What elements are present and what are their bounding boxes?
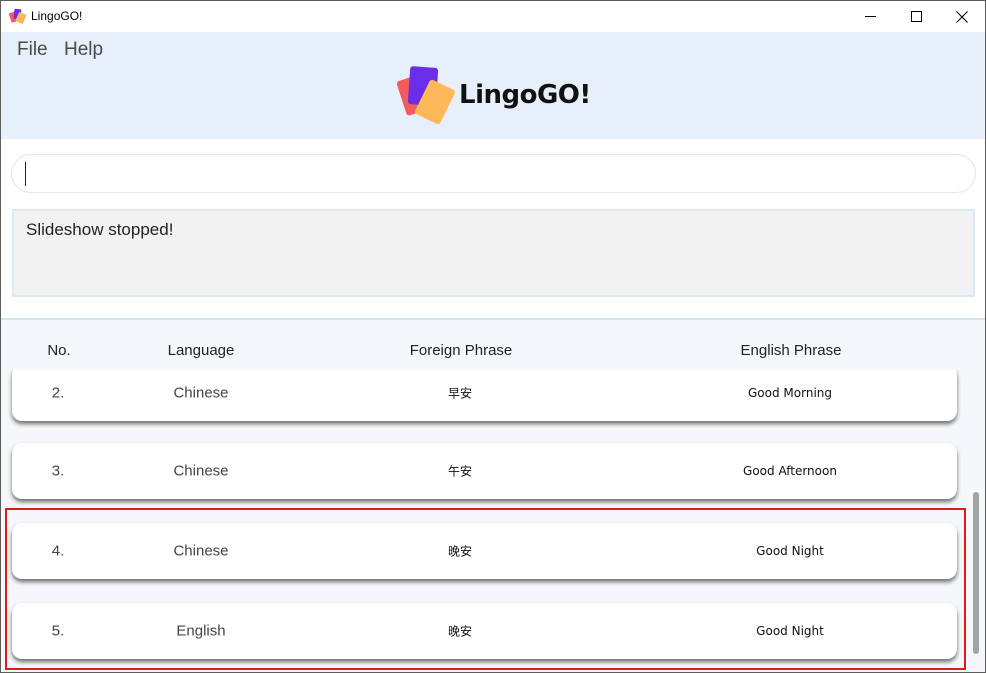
flashcard-row[interactable]: 2. Chinese 早安 Good Morning	[12, 370, 957, 421]
maximize-button[interactable]	[893, 1, 939, 32]
row-english-phrase: Good Night	[756, 544, 824, 558]
row-foreign-phrase: 早安	[447, 386, 473, 401]
row-number: 3.	[51, 462, 65, 480]
row-foreign-phrase: 晚安	[447, 624, 473, 639]
minimize-icon	[864, 16, 876, 17]
row-language: Chinese	[173, 542, 229, 560]
header-language: Language	[167, 342, 235, 359]
header-english-phrase: English Phrase	[740, 342, 842, 359]
app-logo-icon	[9, 8, 27, 24]
header-no: No.	[47, 342, 71, 359]
close-button[interactable]	[939, 1, 985, 32]
row-language: English	[176, 622, 226, 640]
close-icon	[956, 10, 968, 23]
maximize-icon	[910, 11, 922, 22]
command-input[interactable]	[24, 161, 954, 187]
row-number: 4.	[51, 542, 65, 560]
row-foreign-phrase: 午安	[447, 464, 473, 479]
flashcard-row[interactable]: 4. Chinese 晚安 Good Night	[12, 523, 957, 579]
list-header: No. Language Foreign Phrase English Phra…	[1, 320, 969, 370]
scrollbar-thumb[interactable]	[973, 492, 979, 654]
window-title: LingoGO!	[31, 9, 83, 23]
vertical-scrollbar[interactable]	[969, 320, 985, 672]
text-caret	[25, 162, 26, 186]
flashcard-row[interactable]: 3. Chinese 午安 Good Afternoon	[12, 443, 957, 499]
header-foreign-phrase: Foreign Phrase	[409, 342, 513, 359]
result-display: Slideshow stopped!	[12, 209, 975, 297]
result-message: Slideshow stopped!	[26, 220, 174, 239]
row-number: 5.	[51, 622, 65, 640]
app-header: File Help LingoGO!	[1, 32, 985, 139]
menu-help[interactable]: Help	[64, 39, 103, 61]
row-english-phrase: Good Night	[756, 624, 824, 638]
command-box[interactable]	[11, 154, 976, 193]
flashcard-row[interactable]: 5. English 晚安 Good Night	[12, 603, 957, 659]
row-english-phrase: Good Morning	[748, 386, 832, 400]
logo-cards-icon	[396, 66, 455, 125]
row-language: Chinese	[173, 462, 229, 480]
logo-text: LingoGO!	[459, 80, 591, 110]
row-number: 2.	[51, 384, 65, 402]
row-language: Chinese	[173, 384, 229, 402]
flashcard-list[interactable]: 2. Chinese 早安 Good Morning 3. Chinese 午安…	[1, 370, 969, 672]
app-window: LingoGO! File Help LingoGO! Slideshow st…	[0, 0, 986, 673]
flashcard-list-panel: No. Language Foreign Phrase English Phra…	[1, 320, 985, 672]
title-bar[interactable]: LingoGO!	[1, 1, 985, 32]
logo: LingoGO!	[393, 65, 603, 129]
minimize-button[interactable]	[847, 1, 893, 32]
row-foreign-phrase: 晚安	[447, 544, 473, 559]
row-english-phrase: Good Afternoon	[743, 464, 837, 478]
menu-file[interactable]: File	[17, 39, 48, 61]
